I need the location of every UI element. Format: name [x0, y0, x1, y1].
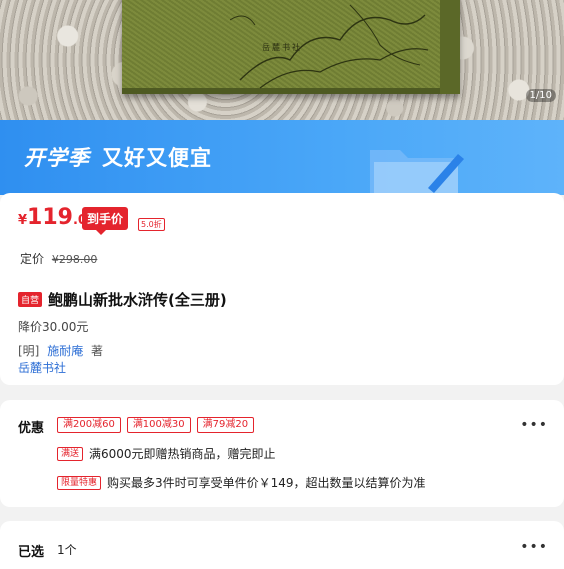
promo-line: 满送 满6000元即赠热销商品，赠完即止	[57, 445, 276, 462]
offers-label: 优惠	[18, 421, 45, 436]
banner-subtitle: 又好又便宜	[102, 146, 212, 170]
promo-line: 限量特惠 购买最多3件时可享受单件价￥149，超出数量以结算价为准	[57, 474, 426, 491]
author-dynasty: [明]	[18, 344, 40, 358]
coupon-tag[interactable]: 满100减30	[126, 417, 191, 433]
author-link[interactable]: 施耐庵	[47, 344, 83, 358]
promo-text: 满6000元即赠热销商品，赠完即止	[89, 447, 276, 461]
price-info-card: ¥ 119 .00 到手价 5.0折 定价 ¥298.00 自营 鲍鹏山新批水浒…	[0, 193, 564, 385]
selected-value: 1个	[57, 543, 77, 557]
publisher-link[interactable]: 岳麓书社	[18, 359, 66, 376]
coupon-tag[interactable]: 满200减60	[57, 417, 121, 433]
coupon-list: 满200减60 满100减30 满79减20	[57, 417, 255, 433]
final-price-tag: 到手价	[82, 207, 129, 235]
product-title: 鲍鹏山新批水浒传(全三册)	[48, 291, 227, 309]
price-drop-text: 降价30.00元	[18, 320, 89, 334]
offers-card[interactable]: 优惠 满200减60 满100减30 满79减20 ••• 满送 满6000元即…	[0, 400, 564, 507]
promo-banner[interactable]: 开学季 又好又便宜	[0, 120, 564, 195]
product-title-row: 自营 鲍鹏山新批水浒传(全三册)	[18, 289, 227, 310]
selected-label: 已选	[18, 545, 45, 560]
author-suffix: 著	[91, 344, 104, 358]
book-box-side	[440, 0, 460, 94]
price-integer: 119	[27, 205, 73, 230]
selected-spec-card[interactable]: 已选 1个 •••	[0, 521, 564, 569]
self-operated-badge: 自营	[18, 292, 43, 307]
promo-tag: 限量特惠	[57, 475, 102, 490]
author-row: [明] 施耐庵 著	[18, 342, 103, 359]
folder-pencil-icon	[370, 150, 464, 195]
product-page: 岳麓书社 1/10 开学季又好又便宜 ¥ 119 .00 到手价 5.0折 定价…	[0, 0, 564, 569]
image-counter: 1/10	[525, 89, 556, 102]
publisher-seal: 岳麓书社	[262, 43, 302, 52]
more-icon[interactable]: •••	[520, 539, 548, 555]
list-price-label: 定价	[20, 252, 45, 266]
banner-text: 开学季 又好又便宜	[24, 142, 212, 172]
list-price-value: ¥298.00	[51, 253, 98, 266]
currency-symbol: ¥	[18, 213, 28, 228]
product-image-carousel[interactable]: 岳麓书社 1/10	[0, 0, 564, 120]
more-icon[interactable]: •••	[520, 417, 548, 433]
banner-title: 开学季	[24, 146, 90, 170]
landscape-illustration	[230, 4, 429, 89]
coupon-tag[interactable]: 满79减20	[196, 417, 255, 433]
list-price-row: 定价 ¥298.00	[20, 250, 97, 267]
discount-badge: 5.0折	[138, 218, 165, 231]
promo-text: 购买最多3件时可享受单件价￥149，超出数量以结算价为准	[107, 476, 426, 490]
promo-tag: 满送	[57, 446, 84, 461]
